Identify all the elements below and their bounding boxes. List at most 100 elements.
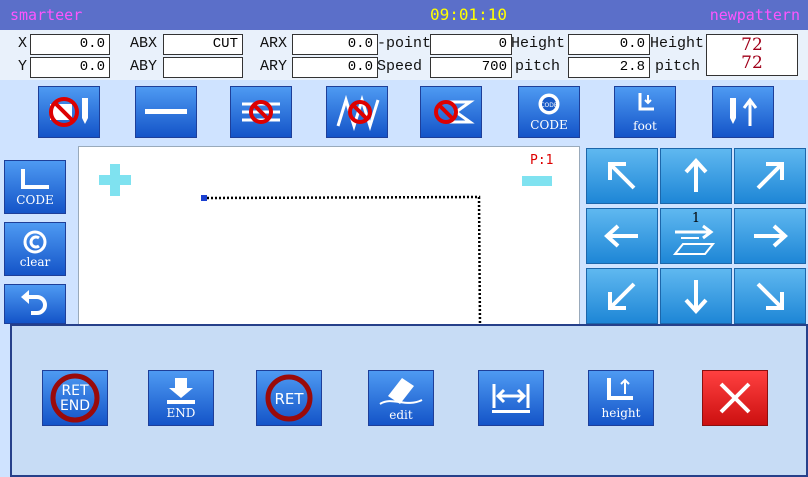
arrow-down-right-button[interactable] xyxy=(734,268,806,324)
ret-button[interactable]: RET xyxy=(256,370,322,426)
counter-box: 72 72 xyxy=(706,34,798,76)
aby-value xyxy=(163,57,243,78)
needle-up-icon xyxy=(730,97,758,126)
ret-end-icon: RET END xyxy=(50,373,100,423)
clear-button[interactable]: clear xyxy=(4,222,66,276)
needle-up-button[interactable] xyxy=(712,86,774,138)
height-icon xyxy=(607,378,633,400)
clear-label: clear xyxy=(19,255,51,269)
line-icon xyxy=(145,109,187,114)
height2-label: Height xyxy=(650,35,705,52)
arrow-up-button[interactable] xyxy=(660,148,732,204)
abx-label: ABX xyxy=(130,35,158,52)
cancel-zigzag-button[interactable] xyxy=(230,86,292,138)
arrow-right-icon xyxy=(754,224,788,248)
point-label: -point xyxy=(377,35,432,52)
x-label: X xyxy=(18,35,28,52)
arrow-left-button[interactable] xyxy=(586,208,658,264)
eraser-icon xyxy=(379,378,423,405)
ary-label: ARY xyxy=(260,58,288,75)
end-label: END xyxy=(166,406,196,420)
clear-icon xyxy=(23,230,47,254)
point-value: 0 xyxy=(430,34,512,55)
pitch2-label: pitch xyxy=(655,58,701,75)
height-label: height xyxy=(601,406,641,420)
close-button[interactable] xyxy=(702,370,768,426)
width-icon xyxy=(492,384,530,413)
ret-end-button[interactable]: RET END xyxy=(42,370,108,426)
code-side-icon xyxy=(21,169,49,189)
arrow-up-right-button[interactable] xyxy=(734,148,806,204)
arrow-down-left-button[interactable] xyxy=(586,268,658,324)
height-button[interactable]: height xyxy=(588,370,654,426)
pattern-name: newpattern xyxy=(709,6,800,24)
no-feed-button[interactable] xyxy=(420,86,482,138)
code-button[interactable]: CODE CODE xyxy=(518,86,580,138)
y-label: Y xyxy=(18,58,28,75)
arrow-down-left-icon xyxy=(608,282,636,310)
arrow-down-right-icon xyxy=(756,282,784,310)
speed-value: 700 xyxy=(430,57,512,78)
no-sew-icon xyxy=(49,97,88,127)
x-value: 0.0 xyxy=(30,34,110,55)
ret-label: RET xyxy=(274,390,304,408)
width-button[interactable] xyxy=(478,370,544,426)
height-label: Height xyxy=(511,35,566,52)
arx-value: 0.0 xyxy=(292,34,378,55)
pitch-counter: 72 xyxy=(741,53,763,73)
code-icon: CODE xyxy=(538,93,560,115)
aby-label: ABY xyxy=(130,58,158,75)
end-button[interactable]: END xyxy=(148,370,214,426)
ret-icon: RET xyxy=(265,374,313,422)
arrow-up-left-icon xyxy=(608,162,636,190)
clock: 09:01:10 xyxy=(430,5,508,24)
ret-end-line1: RET xyxy=(61,383,89,399)
minus-icon[interactable] xyxy=(522,176,552,186)
code-button-label: CODE xyxy=(530,118,568,132)
arrow-down-icon xyxy=(684,280,708,314)
code-side-label: CODE xyxy=(16,193,54,207)
straight-line-button[interactable] xyxy=(135,86,197,138)
stitch-path xyxy=(206,195,482,325)
arrow-right-button[interactable] xyxy=(734,208,806,264)
arrow-left-icon xyxy=(604,224,638,248)
page-label: P:1 xyxy=(530,153,554,168)
zigzag-cancel-button[interactable] xyxy=(326,86,388,138)
y-value: 0.0 xyxy=(30,57,110,78)
no-sew-button[interactable] xyxy=(38,86,100,138)
info-panel: X 0.0 ABX CUT ARX 0.0 -point 0 Height 0.… xyxy=(0,30,808,80)
close-icon xyxy=(719,382,751,414)
ret-end-line2: END xyxy=(60,398,90,414)
pitch-label: pitch xyxy=(515,58,561,75)
arrow-up-left-button[interactable] xyxy=(586,148,658,204)
foot-button[interactable]: foot xyxy=(614,86,676,138)
start-point-marker xyxy=(201,195,207,201)
undo-button[interactable] xyxy=(4,284,66,324)
edit-label: edit xyxy=(389,408,413,422)
height-value: 0.0 xyxy=(568,34,650,55)
foot-icon xyxy=(638,93,654,111)
arrow-up-icon xyxy=(684,158,708,192)
ary-value: 0.0 xyxy=(292,57,378,78)
title-bar: smarteer 09:01:10 newpattern xyxy=(0,0,808,30)
zigzag-cancel-icon xyxy=(336,94,380,132)
abx-value: CUT xyxy=(163,34,243,55)
feed-center-button[interactable]: 1 xyxy=(660,208,732,264)
arrow-down-button[interactable] xyxy=(660,268,732,324)
pattern-drawing xyxy=(99,164,552,325)
code-side-button[interactable]: CODE xyxy=(4,160,66,214)
svg-text:CODE: CODE xyxy=(540,102,558,109)
pattern-canvas[interactable]: P:1 xyxy=(78,146,580,326)
pitch-value: 2.8 xyxy=(568,57,650,78)
arx-label: ARX xyxy=(260,35,288,52)
arrow-up-right-icon xyxy=(756,162,784,190)
foot-button-label: foot xyxy=(633,119,657,133)
undo-icon xyxy=(21,290,47,315)
speed-label: Speed xyxy=(377,58,423,75)
plus-icon[interactable] xyxy=(99,164,131,196)
app-name: smarteer xyxy=(10,6,83,24)
cancel-zigzag-icon xyxy=(242,100,280,124)
no-feed-icon xyxy=(434,100,475,124)
end-icon xyxy=(167,378,195,404)
edit-button[interactable]: edit xyxy=(368,370,434,426)
